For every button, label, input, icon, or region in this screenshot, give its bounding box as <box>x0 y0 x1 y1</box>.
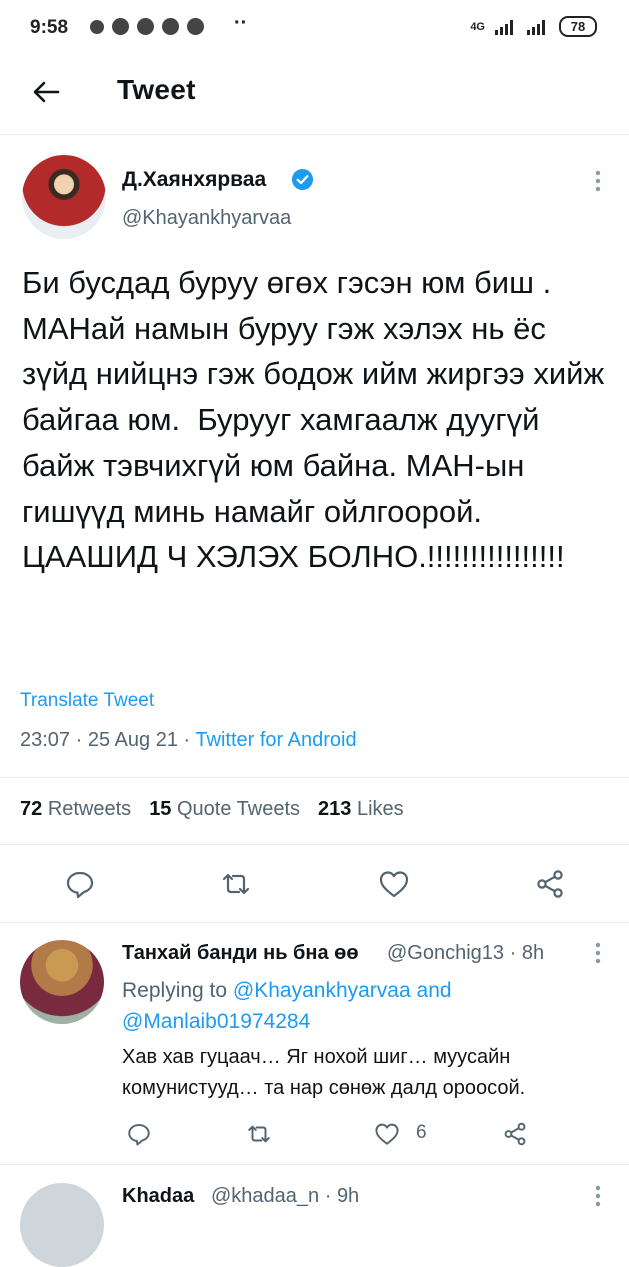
app-header: Tweet <box>0 56 629 135</box>
tweet-source-link[interactable]: Twitter for Android <box>195 729 356 751</box>
mention-link[interactable]: @Khayankhyarvaa <box>233 979 411 1002</box>
divider <box>0 922 629 923</box>
divider <box>0 844 629 845</box>
likes-stat[interactable]: 213 Likes <box>318 798 404 821</box>
tweet-text: Би бусдад буруу өгөх гэсэн юм биш . МАНа… <box>22 265 613 575</box>
network-type-label: 4G <box>470 20 485 33</box>
retweet-icon[interactable] <box>220 868 252 900</box>
author-name[interactable]: Д.Хаянхярваа <box>122 168 266 192</box>
chrome-icon <box>187 18 204 35</box>
reply-more-options-icon[interactable] <box>588 1183 608 1209</box>
quotes-count: 15 <box>149 798 172 820</box>
share-icon[interactable] <box>534 868 566 900</box>
tweet-meta: 23:07 · 25 Aug 21 · Twitter for Android <box>20 729 357 752</box>
retweets-count: 72 <box>20 798 43 820</box>
and-word: and <box>416 979 452 1002</box>
tweet-date: 25 Aug 21 <box>87 729 178 751</box>
meta-separator: · <box>75 729 83 751</box>
reply-actions <box>0 1117 629 1151</box>
chrome-icon <box>137 18 154 35</box>
page-title: Tweet <box>117 74 196 105</box>
author-avatar[interactable] <box>22 155 106 239</box>
reply-icon[interactable] <box>64 868 96 900</box>
author-handle[interactable]: @Khayankhyarvaa <box>122 207 291 230</box>
reply-avatar[interactable] <box>20 1183 104 1267</box>
notification-icon <box>90 20 104 34</box>
tweet-time: 23:07 <box>20 729 71 751</box>
likes-count: 213 <box>318 798 352 820</box>
battery-icon: 78 <box>559 16 597 37</box>
reply-icon[interactable] <box>126 1121 152 1147</box>
quote-tweets-stat[interactable]: 15 Quote Tweets <box>149 798 300 821</box>
reply-author-name[interactable]: Танхай банди нь бна өө <box>122 942 359 965</box>
tweet-actions <box>0 862 629 906</box>
mention-link[interactable]: @Manlaib01974284 <box>122 1010 310 1033</box>
replying-prefix: Replying to <box>122 979 228 1002</box>
retweets-stat[interactable]: 72 Retweets <box>20 798 131 821</box>
chrome-icon <box>162 18 179 35</box>
like-heart-icon[interactable] <box>378 868 410 900</box>
divider <box>0 1164 629 1165</box>
share-icon[interactable] <box>502 1121 528 1147</box>
status-time: 9:58 <box>30 17 69 38</box>
translate-tweet-link[interactable]: Translate Tweet <box>20 690 154 712</box>
verified-badge-icon <box>291 168 314 191</box>
retweet-icon[interactable] <box>246 1121 272 1147</box>
reply-handle-time[interactable]: @khadaa_n · 9h <box>211 1185 359 1208</box>
signal-icon <box>495 19 517 35</box>
reply-author-name[interactable]: Khadaa <box>122 1185 194 1208</box>
status-bar: 9:58 ·· 4G 78 <box>0 0 629 56</box>
reply-handle-time[interactable]: @Gonchig13 · 8h <box>387 942 544 965</box>
more-options-icon[interactable] <box>588 168 608 194</box>
notification-icons <box>90 18 204 35</box>
status-right: 4G 78 <box>470 16 597 37</box>
replying-to: Replying to @Khayankhyarvaa and @Manlaib… <box>122 975 602 1037</box>
signal-icon <box>527 19 549 35</box>
divider <box>0 777 629 778</box>
reply-avatar[interactable] <box>20 940 104 1024</box>
likes-label: Likes <box>356 798 404 820</box>
retweets-label: Retweets <box>47 798 132 820</box>
reply-more-options-icon[interactable] <box>588 940 608 966</box>
back-arrow-icon[interactable] <box>30 76 62 108</box>
tweet-stats: 72 Retweets 15 Quote Tweets 213 Likes <box>20 798 404 821</box>
more-notifications-indicator: ·· <box>234 12 248 34</box>
reply-text: Хав хав гуцаач… Яг нохой шиг… муусайн ко… <box>122 1046 526 1099</box>
quotes-label: Quote Tweets <box>177 798 301 820</box>
messenger-icon <box>112 18 129 35</box>
meta-separator: · <box>183 729 191 751</box>
reply-like-count: 6 <box>416 1122 427 1143</box>
like-heart-icon[interactable] <box>374 1121 400 1147</box>
